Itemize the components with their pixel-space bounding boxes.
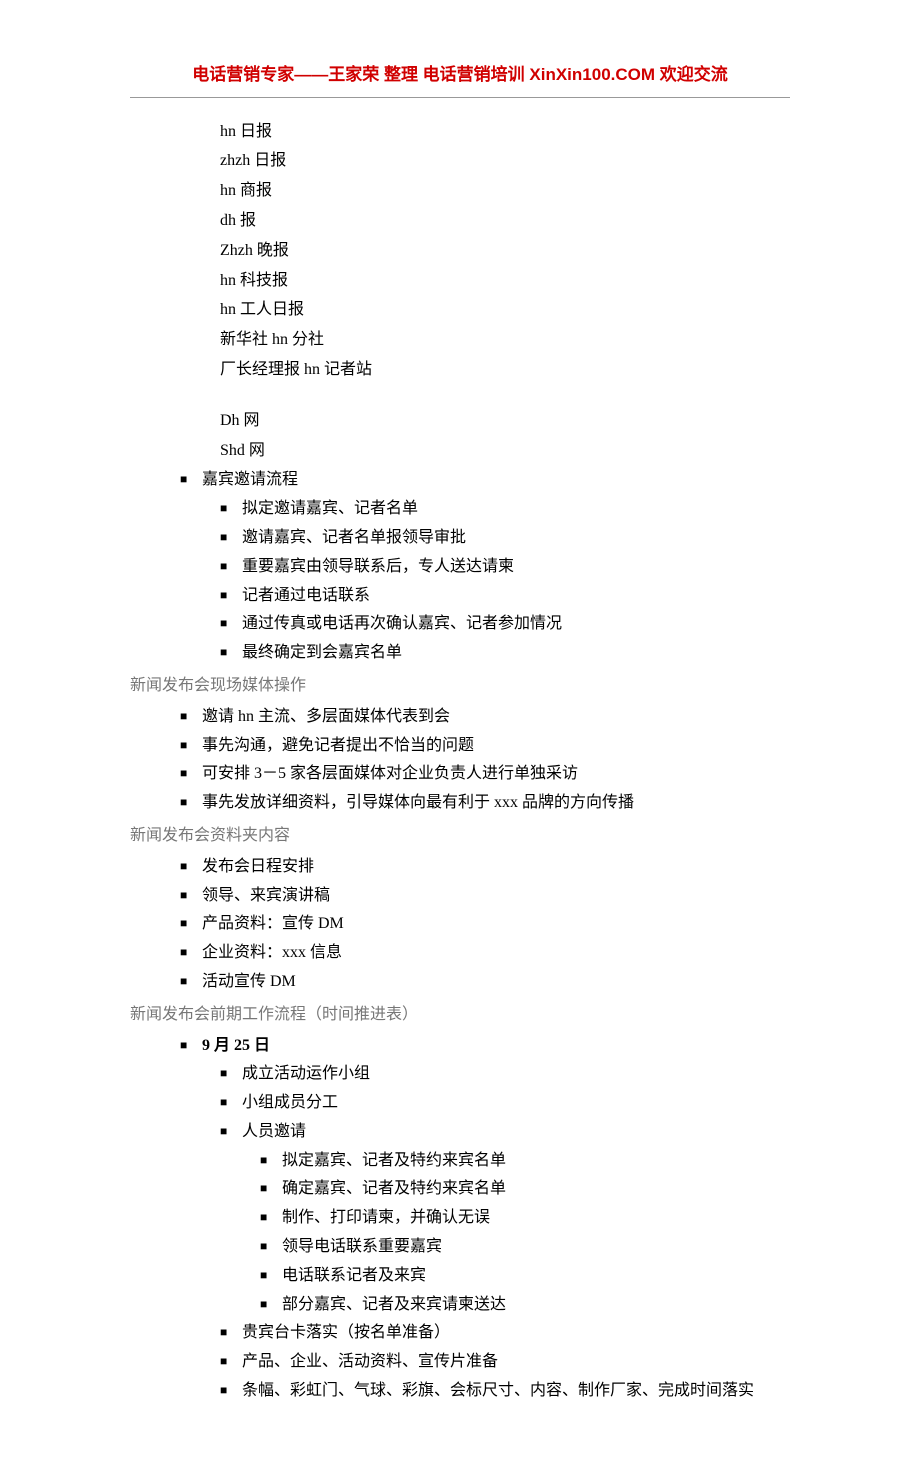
media-item: hn 日报 (220, 118, 790, 147)
media-item: Dh 网 (220, 407, 790, 436)
media-item: hn 工人日报 (220, 296, 790, 325)
folder-content-item: 发布会日程安排 (130, 853, 790, 882)
list-text: 事先发放详细资料，引导媒体向最有利于 xxx 品牌的方向传播 (202, 794, 634, 811)
guest-invite-item: 通过传真或电话再次确认嘉宾、记者参加情况 (130, 610, 790, 639)
list-text: 产品、企业、活动资料、宣传片准备 (242, 1353, 498, 1370)
list-text: 事先沟通，避免记者提出不恰当的问题 (202, 737, 474, 754)
list-text: 贵宾台卡落实（按名单准备） (242, 1324, 450, 1341)
guest-invite-item: 最终确定到会嘉宾名单 (130, 639, 790, 668)
folder-content-item: 领导、来宾演讲稿 (130, 882, 790, 911)
prework-date: 9 月 25 日 (130, 1032, 790, 1061)
guest-invite-item: 拟定邀请嘉宾、记者名单 (130, 495, 790, 524)
list-text: 邀请嘉宾、记者名单报领导审批 (242, 529, 466, 546)
media-list-block: hn 日报 zhzh 日报 hn 商报 dh 报 Zhzh 晚报 hn 科技报 … (130, 118, 790, 466)
guest-invite-item: 重要嘉宾由领导联系后，专人送达请柬 (130, 553, 790, 582)
list-text: 可安排 3－5 家各层面媒体对企业负责人进行单独采访 (202, 765, 578, 782)
folder-content-item: 产品资料：宣传 DM (130, 910, 790, 939)
media-item: hn 商报 (220, 177, 790, 206)
list-text: 电话联系记者及来宾 (282, 1267, 426, 1284)
site-media-heading: 新闻发布会现场媒体操作 (130, 672, 790, 701)
list-text: 邀请 hn 主流、多层面媒体代表到会 (202, 708, 450, 725)
guest-invite-title-text: 嘉宾邀请流程 (202, 471, 298, 488)
header-divider (130, 97, 790, 98)
prework-subitem: 部分嘉宾、记者及来宾请柬送达 (130, 1291, 790, 1320)
media-item: Zhzh 晚报 (220, 237, 790, 266)
list-text: 记者通过电话联系 (242, 587, 370, 604)
media-item: 厂长经理报 hn 记者站 (220, 356, 790, 385)
prework-heading: 新闻发布会前期工作流程（时间推进表） (130, 1001, 790, 1030)
list-text: 人员邀请 (242, 1123, 306, 1140)
prework-item: 条幅、彩虹门、气球、彩旗、会标尺寸、内容、制作厂家、完成时间落实 (130, 1377, 790, 1406)
list-text: 部分嘉宾、记者及来宾请柬送达 (282, 1296, 506, 1313)
list-text: 通过传真或电话再次确认嘉宾、记者参加情况 (242, 615, 562, 632)
list-text: 拟定嘉宾、记者及特约来宾名单 (282, 1152, 506, 1169)
folder-content-heading: 新闻发布会资料夹内容 (130, 822, 790, 851)
list-text: 小组成员分工 (242, 1094, 338, 1111)
media-item: 新华社 hn 分社 (220, 326, 790, 355)
folder-content-item: 活动宣传 DM (130, 968, 790, 997)
prework-item: 贵宾台卡落实（按名单准备） (130, 1319, 790, 1348)
prework-subitem: 确定嘉宾、记者及特约来宾名单 (130, 1175, 790, 1204)
list-text: 产品资料：宣传 DM (202, 915, 344, 932)
media-item: Shd 网 (220, 437, 790, 466)
prework-subitem: 制作、打印请柬，并确认无误 (130, 1204, 790, 1233)
list-text: 发布会日程安排 (202, 858, 314, 875)
page-header: 电话营销专家——王家荣 整理 电话营销培训 XinXin100.COM 欢迎交流 (130, 60, 790, 91)
media-item: zhzh 日报 (220, 147, 790, 176)
prework-item: 人员邀请 (130, 1118, 790, 1147)
list-text: 拟定邀请嘉宾、记者名单 (242, 500, 418, 517)
prework-subitem: 电话联系记者及来宾 (130, 1262, 790, 1291)
list-text: 条幅、彩虹门、气球、彩旗、会标尺寸、内容、制作厂家、完成时间落实 (242, 1382, 754, 1399)
media-item: dh 报 (220, 207, 790, 236)
prework-item: 成立活动运作小组 (130, 1060, 790, 1089)
guest-invite-item: 邀请嘉宾、记者名单报领导审批 (130, 524, 790, 553)
list-text: 领导电话联系重要嘉宾 (282, 1238, 442, 1255)
list-text: 重要嘉宾由领导联系后，专人送达请柬 (242, 558, 514, 575)
guest-invite-item: 记者通过电话联系 (130, 582, 790, 611)
site-media-item: 事先沟通，避免记者提出不恰当的问题 (130, 732, 790, 761)
list-text: 最终确定到会嘉宾名单 (242, 644, 402, 661)
prework-date-text: 9 月 25 日 (202, 1037, 270, 1054)
media-item: hn 科技报 (220, 267, 790, 296)
site-media-item: 事先发放详细资料，引导媒体向最有利于 xxx 品牌的方向传播 (130, 789, 790, 818)
folder-content-item: 企业资料：xxx 信息 (130, 939, 790, 968)
prework-item: 产品、企业、活动资料、宣传片准备 (130, 1348, 790, 1377)
prework-item: 小组成员分工 (130, 1089, 790, 1118)
site-media-item: 邀请 hn 主流、多层面媒体代表到会 (130, 703, 790, 732)
list-text: 活动宣传 DM (202, 973, 296, 990)
site-media-item: 可安排 3－5 家各层面媒体对企业负责人进行单独采访 (130, 760, 790, 789)
prework-subitem: 领导电话联系重要嘉宾 (130, 1233, 790, 1262)
list-text: 成立活动运作小组 (242, 1065, 370, 1082)
list-text: 领导、来宾演讲稿 (202, 887, 330, 904)
list-text: 企业资料：xxx 信息 (202, 944, 342, 961)
guest-invite-title: 嘉宾邀请流程 (130, 466, 790, 495)
list-text: 制作、打印请柬，并确认无误 (282, 1209, 490, 1226)
list-text: 确定嘉宾、记者及特约来宾名单 (282, 1180, 506, 1197)
prework-subitem: 拟定嘉宾、记者及特约来宾名单 (130, 1147, 790, 1176)
